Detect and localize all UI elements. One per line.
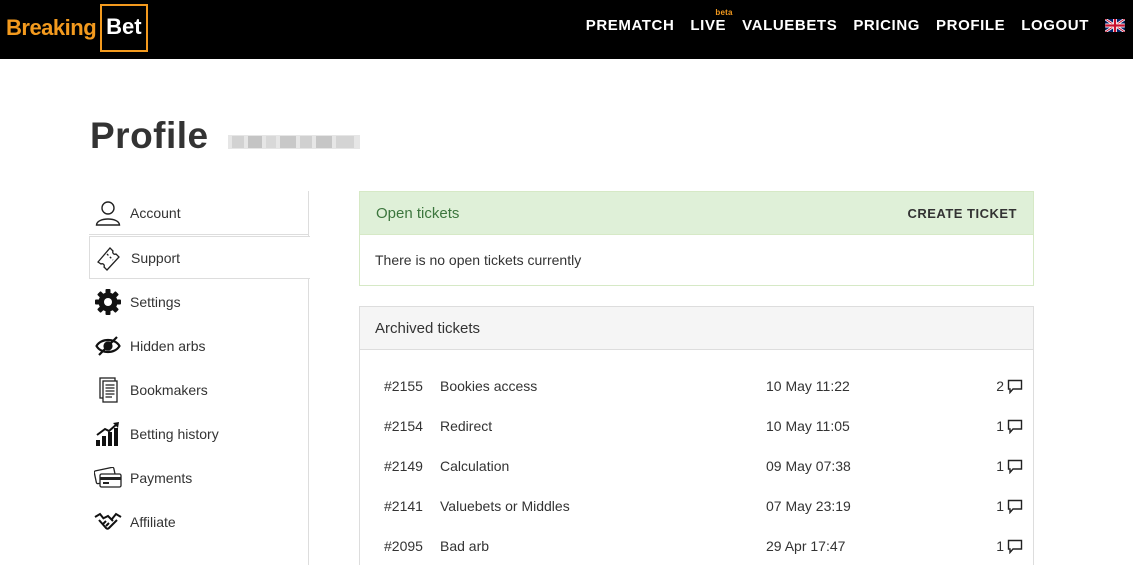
open-tickets-panel: Open tickets CREATE TICKET There is no o… — [359, 191, 1034, 286]
sidebar-item-account[interactable]: Account — [89, 191, 309, 235]
ticket-id: #2154 — [384, 418, 423, 434]
sidebar-item-betting-history[interactable]: Betting history — [89, 412, 309, 456]
nav-valuebets[interactable]: VALUEBETS — [742, 17, 837, 34]
ticket-comments: 1 — [996, 498, 1023, 514]
ticket-comment-count: 1 — [996, 458, 1004, 474]
nav-profile[interactable]: PROFILE — [936, 17, 1005, 34]
payment-card-icon — [93, 463, 123, 493]
ticket-comments: 1 — [996, 458, 1023, 474]
open-tickets-title: Open tickets — [376, 204, 460, 222]
ticket-date: 09 May 07:38 — [766, 458, 851, 474]
nav-logout[interactable]: LOGOUT — [1021, 17, 1089, 34]
user-icon — [93, 198, 123, 228]
nav-live[interactable]: LIVE beta — [690, 8, 732, 34]
sidebar-item-settings[interactable]: Settings — [89, 280, 309, 324]
ticket-comment-count: 2 — [996, 378, 1004, 394]
ticket-comment-count: 1 — [996, 418, 1004, 434]
ticket-id: #2095 — [384, 538, 423, 554]
open-tickets-empty-message: There is no open tickets currently — [375, 252, 582, 268]
logo-text-breaking: Breaking — [6, 15, 97, 40]
ticket-id: #2141 — [384, 498, 423, 514]
gear-icon — [93, 287, 123, 317]
ticket-id: #2155 — [384, 378, 423, 394]
handshake-icon — [93, 507, 123, 537]
ticket-comments: 1 — [996, 538, 1023, 554]
logo-text-bet: Bet — [100, 4, 148, 52]
chart-icon — [93, 419, 123, 449]
beta-badge: beta — [715, 7, 733, 17]
nav-prematch[interactable]: PREMATCH — [586, 17, 675, 34]
archived-tickets-title: Archived tickets — [360, 307, 1033, 350]
comment-icon — [1007, 379, 1023, 394]
sidebar-item-bookmakers[interactable]: Bookmakers — [89, 368, 309, 412]
ticket-date: 07 May 23:19 — [766, 498, 851, 514]
ticket-date: 10 May 11:05 — [766, 418, 850, 434]
top-navbar: Breaking Bet PREMATCH LIVE beta VALUEBET… — [0, 0, 1133, 59]
sidebar-item-affiliate[interactable]: Affiliate — [89, 500, 309, 544]
comment-icon — [1007, 419, 1023, 434]
ticket-comment-count: 1 — [996, 538, 1004, 554]
nav-pricing[interactable]: PRICING — [853, 17, 920, 34]
ticket-date: 29 Apr 17:47 — [766, 538, 846, 554]
ticket-icon — [94, 243, 124, 273]
ticket-row[interactable]: #2149 Calculation 09 May 07:38 1 — [360, 446, 1033, 486]
ticket-subject: Calculation — [440, 458, 510, 474]
create-ticket-button[interactable]: CREATE TICKET — [907, 206, 1017, 221]
ticket-comments: 2 — [996, 378, 1023, 394]
comment-icon — [1007, 499, 1023, 514]
sidebar-item-support[interactable]: Support — [89, 236, 310, 279]
document-icon — [93, 375, 123, 405]
ticket-comment-count: 1 — [996, 498, 1004, 514]
sidebar-label-betting-history: Betting history — [130, 426, 219, 442]
page-title: Profile — [90, 115, 209, 156]
ticket-subject: Bookies access — [440, 378, 538, 394]
comment-icon — [1007, 459, 1023, 474]
main-nav: PREMATCH LIVE beta VALUEBETS PRICING PRO… — [570, 0, 1133, 50]
comment-icon — [1007, 539, 1023, 554]
ticket-row[interactable]: #2154 Redirect 10 May 11:05 1 — [360, 406, 1033, 446]
nav-live-label: LIVE — [690, 16, 727, 34]
ticket-subject: Redirect — [440, 418, 493, 434]
sidebar-label-settings: Settings — [130, 294, 181, 310]
brand-logo[interactable]: Breaking Bet — [6, 4, 148, 52]
eye-slash-icon — [93, 331, 123, 361]
ticket-subject: Valuebets or Middles — [440, 498, 570, 514]
ticket-row[interactable]: #2141 Valuebets or Middles 07 May 23:19 … — [360, 486, 1033, 526]
ticket-subject: Bad arb — [440, 538, 490, 554]
ticket-id: #2149 — [384, 458, 423, 474]
sidebar-item-payments[interactable]: Payments — [89, 456, 309, 500]
sidebar-label-account: Account — [130, 204, 181, 221]
archived-tickets-panel: Archived tickets #2155 Bookies access 10… — [359, 306, 1034, 565]
ticket-row[interactable]: #2095 Bad arb 29 Apr 17:47 1 — [360, 526, 1033, 565]
uk-flag-icon[interactable] — [1105, 18, 1125, 32]
sidebar-label-payments: Payments — [130, 470, 193, 486]
sidebar-label-support: Support — [131, 249, 181, 266]
sidebar-label-affiliate: Affiliate — [130, 514, 176, 530]
sidebar-item-hidden-arbs[interactable]: Hidden arbs — [89, 324, 309, 368]
open-tickets-header: Open tickets CREATE TICKET — [360, 192, 1033, 235]
redacted-username — [228, 135, 360, 149]
sidebar-label-bookmakers: Bookmakers — [130, 382, 208, 398]
sidebar-label-hidden-arbs: Hidden arbs — [130, 338, 206, 354]
profile-sidebar: Account Support Settings Hidden arbs Boo… — [89, 191, 310, 565]
ticket-row[interactable]: #2155 Bookies access 10 May 11:22 2 — [360, 366, 1033, 406]
ticket-date: 10 May 11:22 — [766, 378, 850, 394]
ticket-comments: 1 — [996, 418, 1023, 434]
